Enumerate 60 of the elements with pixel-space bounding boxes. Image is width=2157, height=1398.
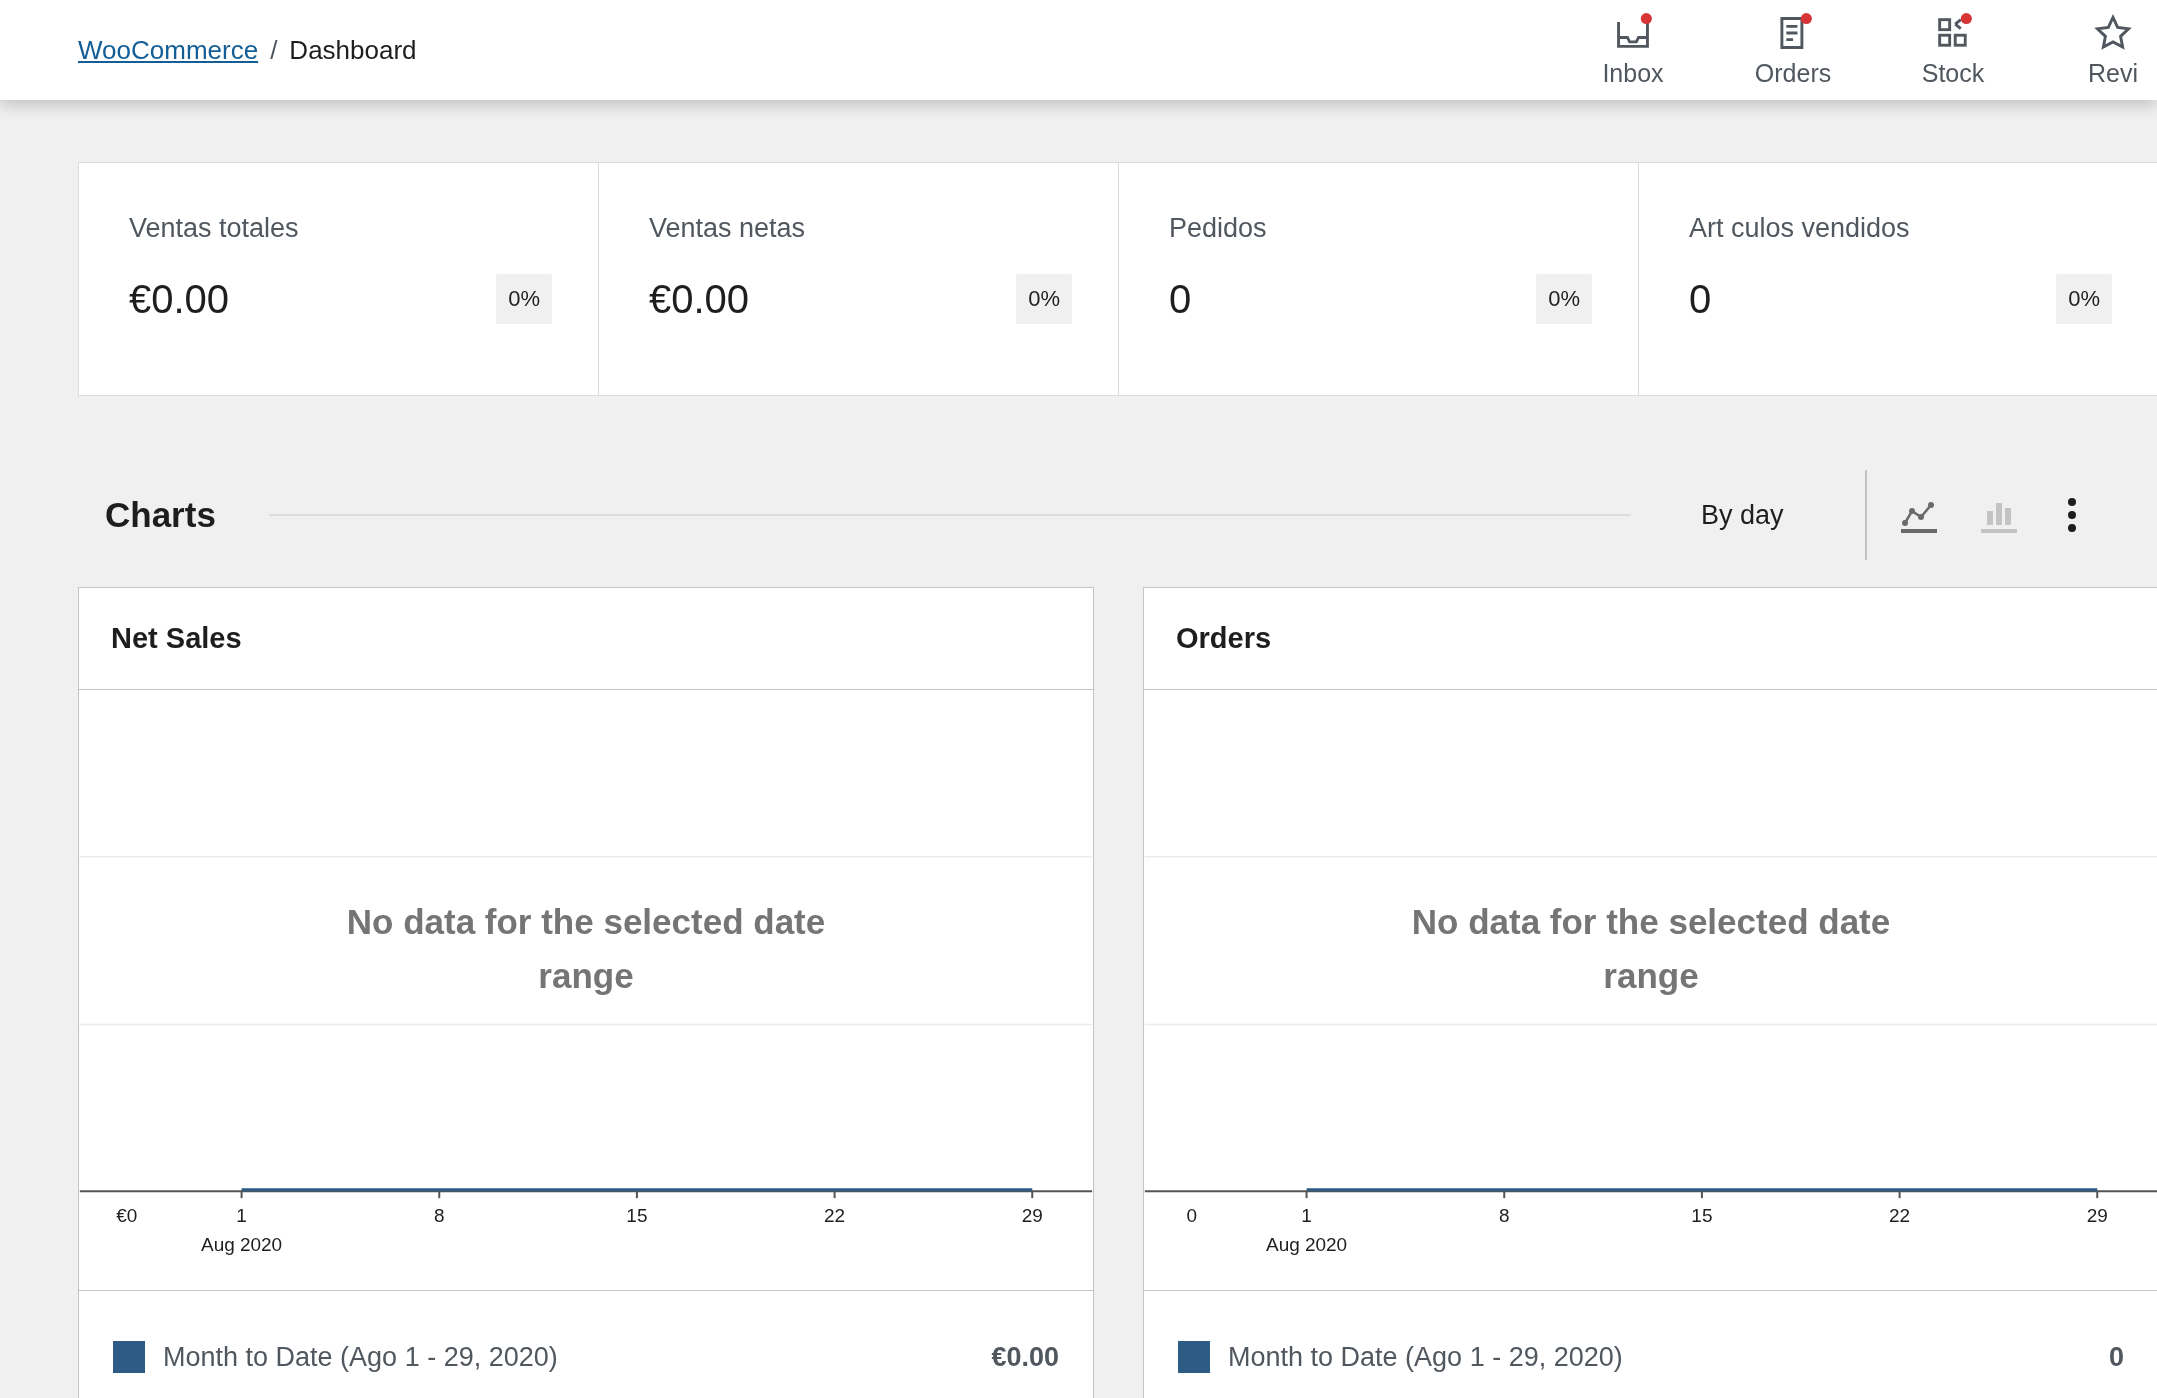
period-label: Aug 2020 [201,1234,283,1256]
tick-label: 8 [1498,1205,1510,1227]
stat-value: €0.00 [649,276,750,322]
stat-value: 0 [1169,276,1192,322]
stat-value: 0 [1689,276,1712,322]
tick-mark [2096,1190,2099,1200]
tick-mark [438,1190,441,1200]
tick-mark [1700,1190,1703,1200]
stat-value: €0.00 [129,276,230,322]
stat-label: Art culos vendidos [1689,213,1911,244]
stat-label: Ventas totales [129,213,300,244]
tick-label: 22 [1889,1205,1911,1227]
tick-mark [1305,1190,1308,1200]
tick-label: 8 [433,1205,445,1227]
axis-label: 0 [1186,1205,1198,1227]
stat-label: Pedidos [1169,213,1268,244]
more-options-icon[interactable] [2067,497,2078,533]
tick-label: 22 [824,1205,846,1227]
empty-message: No data for the selected date range [1410,901,1892,997]
legend-item[interactable]: Month to Date (Ago 1 - 29, 2020) €0.00 [79,1291,1093,1373]
page-title: Dashboard [289,34,417,66]
delta-badge: 0% [496,274,552,324]
tick-label: 29 [1021,1205,1043,1227]
legend-total: 0 [2108,1341,2124,1373]
interval-dropdown[interactable]: By day [1700,499,1784,531]
stat-card[interactable]: Art culos vendidos 0 0% [1639,163,2157,395]
legend-label: Month to Date (Ago 1 - 29, 2020) [1228,1341,1624,1373]
tick-mark [240,1190,243,1200]
delta-badge: 0% [2056,274,2112,324]
activity-tab[interactable]: Inbox [1553,0,1713,100]
tick-label: 29 [2086,1205,2108,1227]
tick-label: 15 [626,1205,648,1227]
chart-title: Net Sales [111,622,242,655]
chart-title: Orders [1176,622,1272,655]
delta-badge: 0% [1016,274,1072,324]
axis-label: €0 [116,1205,138,1227]
tick-mark [1898,1190,1901,1200]
activity-tab[interactable]: Revi [2033,0,2157,100]
stat-card[interactable]: Pedidos 0 0% [1119,163,1639,395]
breadcrumb-separator: / [270,34,278,66]
tick-label: 1 [1301,1205,1312,1227]
period-label: Aug 2020 [1266,1234,1348,1256]
stat-card[interactable]: Ventas netas €0.00 0% [599,163,1119,395]
activity-tab[interactable]: Orders [1713,0,1873,100]
delta-badge: 0% [1536,274,1592,324]
tick-mark [833,1190,836,1200]
stat-card[interactable]: Ventas totales €0.00 0% [79,163,599,395]
tick-label: 1 [236,1205,247,1227]
empty-message: No data for the selected date range [345,901,827,997]
stat-label: Ventas netas [649,213,807,244]
tick-mark [1031,1190,1034,1200]
legend-item[interactable]: Month to Date (Ago 1 - 29, 2020) 0 [1144,1291,2157,1373]
breadcrumb-link[interactable]: WooCommerce [78,34,259,66]
legend-total: €0.00 [991,1341,1059,1373]
section-title: Charts [105,495,216,535]
legend-label: Month to Date (Ago 1 - 29, 2020) [163,1341,559,1373]
activity-tab[interactable]: Stock [1873,0,2033,100]
tick-mark [1503,1190,1506,1200]
tick-mark [635,1190,638,1200]
tick-label: 15 [1691,1205,1713,1227]
